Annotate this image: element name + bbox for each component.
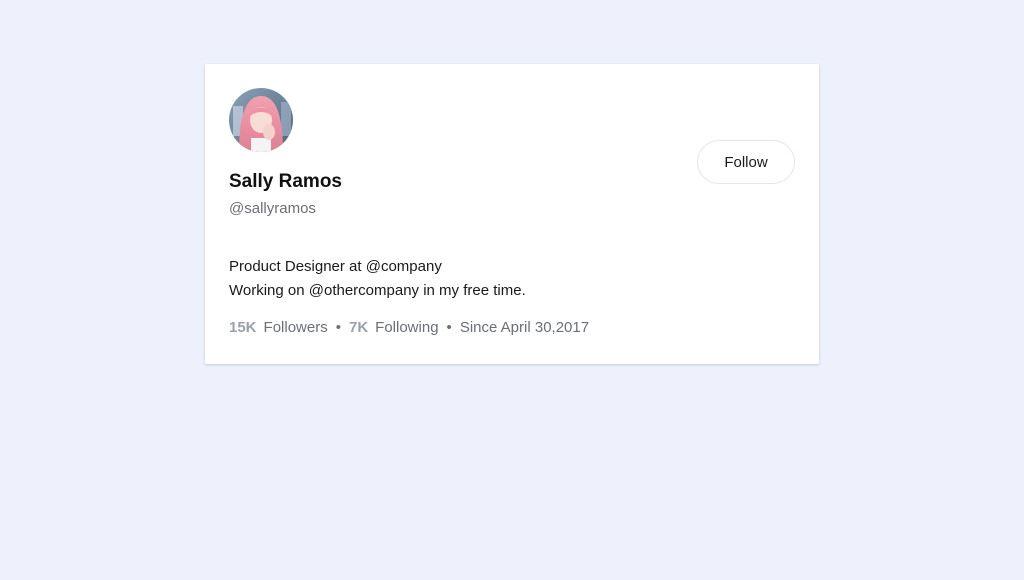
bio-line-1: Product Designer at @company [229,258,442,275]
avatar-image [229,88,293,152]
profile-name: Sally Ramos [229,171,342,192]
separator-dot: • [335,319,341,336]
following-label[interactable]: Following [375,319,438,336]
follow-button[interactable]: Follow [697,140,795,184]
followers-label[interactable]: Followers [264,319,328,336]
following-count: 7K [348,319,369,336]
profile-handle: @sallyramos [229,200,316,217]
avatar[interactable] [229,88,293,152]
followers-count: 15K [229,319,257,336]
bio-line-2: Working on @othercompany in my free time… [229,282,526,299]
profile-bio: Product Designer at @company Working on … [229,255,526,303]
member-since: Since April 30,2017 [459,319,590,336]
profile-card: Sally Ramos @sallyramos Follow Product D… [205,64,819,364]
separator-dot: • [446,319,452,336]
profile-stats: 15K Followers • 7K Following • Since Apr… [229,319,589,336]
